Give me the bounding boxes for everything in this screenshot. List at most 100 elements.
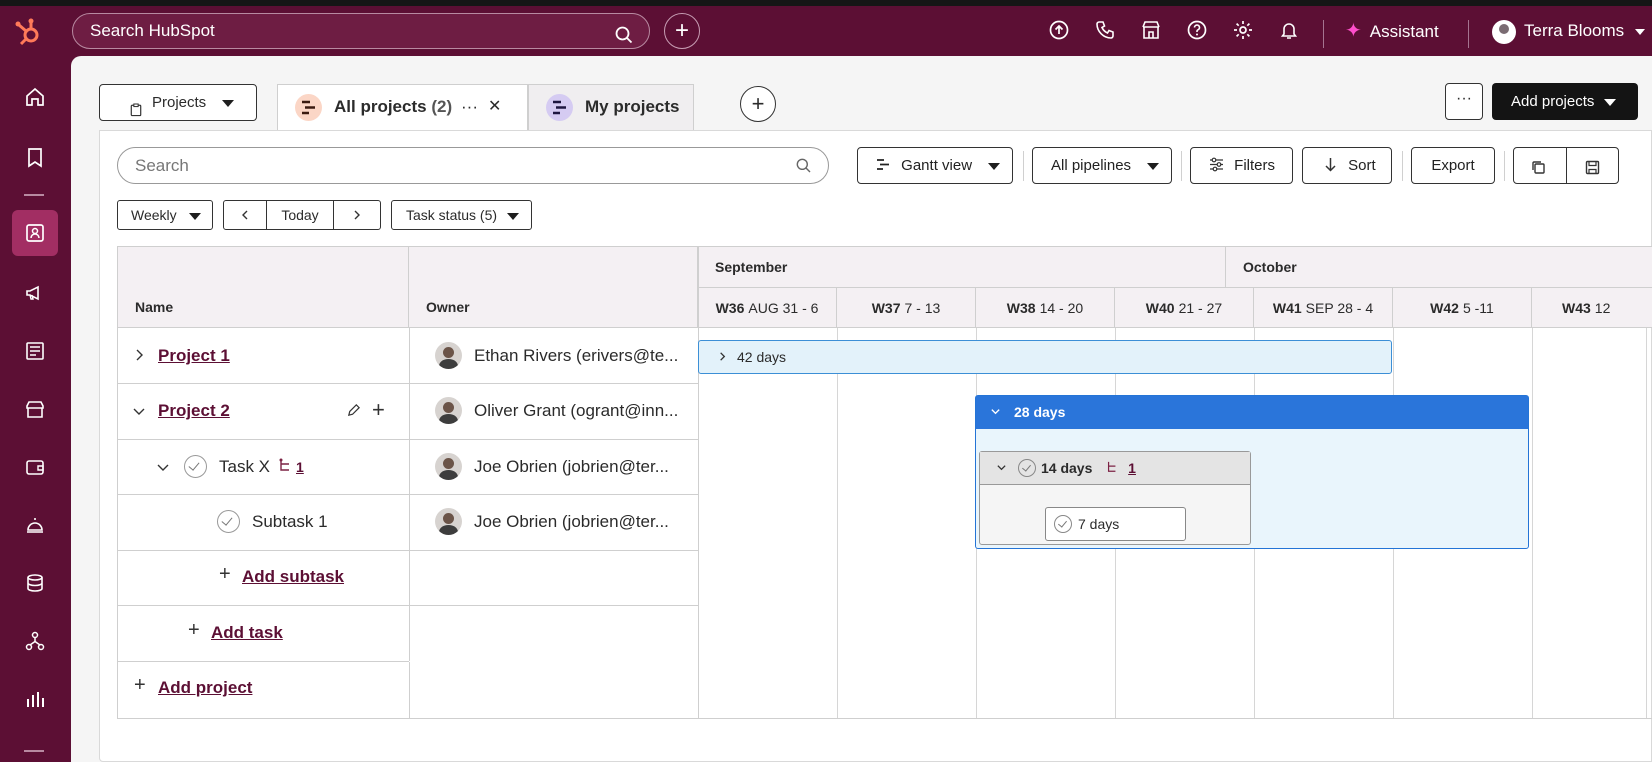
pipelines-dropdown[interactable]: All pipelines — [1032, 147, 1172, 184]
collapse-chevron-down-icon[interactable] — [156, 460, 170, 477]
project-2-gantt-bar[interactable]: 28 days — [976, 396, 1528, 429]
row-divider — [118, 605, 698, 606]
caret-down-icon — [188, 212, 201, 220]
subtask-count-link[interactable]: 1 — [296, 455, 304, 479]
toolbar-divider — [1402, 151, 1403, 181]
week-header: W43 12 — [1532, 288, 1652, 328]
add-projects-label: Add projects — [1511, 93, 1595, 110]
row-divider — [118, 383, 698, 384]
subtask-hierarchy-icon — [278, 458, 292, 477]
owner-avatar — [435, 453, 462, 480]
marketing-megaphone-icon[interactable] — [12, 270, 58, 316]
row-divider — [118, 494, 698, 495]
help-icon[interactable] — [1186, 19, 1210, 43]
upgrade-icon[interactable] — [1048, 19, 1072, 43]
search-placeholder: Search — [135, 156, 189, 175]
previous-period-button[interactable] — [224, 201, 267, 229]
hubspot-logo-icon[interactable] — [14, 17, 44, 47]
project-2-link[interactable]: Project 2 — [158, 399, 230, 423]
week-gridline — [1532, 328, 1533, 718]
expand-chevron-right-icon[interactable] — [132, 348, 146, 365]
tab-options-icon[interactable]: ··· — [461, 85, 478, 129]
sort-button[interactable]: Sort — [1302, 147, 1392, 184]
view-type-dropdown[interactable]: Gantt view — [857, 147, 1013, 184]
subtask-1-gantt-bar[interactable]: 7 days — [1045, 507, 1186, 541]
phone-icon[interactable] — [1094, 19, 1118, 43]
edit-pencil-icon[interactable] — [346, 403, 361, 423]
chevron-down-icon[interactable] — [996, 452, 1007, 485]
quick-create-button[interactable]: + — [664, 13, 700, 49]
project-2-duration: 28 days — [1014, 404, 1066, 420]
chevron-down-icon — [1634, 28, 1645, 35]
chevron-down-icon[interactable] — [990, 396, 1001, 429]
subtask-complete-checkbox[interactable] — [217, 510, 240, 533]
close-tab-icon[interactable]: ✕ — [488, 85, 501, 129]
add-project-plus-icon: + — [134, 674, 146, 696]
service-bell-icon[interactable] — [12, 502, 58, 548]
task-check-icon — [1018, 459, 1036, 477]
task-status-dropdown[interactable]: Task status (5) — [391, 200, 532, 230]
add-project-link[interactable]: Add project — [158, 676, 252, 700]
user-avatar — [1492, 19, 1516, 44]
subtask-count-link[interactable]: 1 — [1128, 460, 1136, 476]
task-x-gantt-bar[interactable]: 14 days 1 — [980, 452, 1250, 485]
automation-icon[interactable] — [12, 618, 58, 664]
tab-my-projects[interactable]: My projects — [528, 84, 694, 130]
duplicate-view-icon[interactable] — [1531, 151, 1546, 186]
tab-all-projects[interactable]: All projects (2) ··· ✕ — [277, 84, 528, 130]
save-view-icon[interactable] — [1585, 151, 1600, 186]
account-menu[interactable]: Terra Blooms — [1492, 18, 1645, 44]
project-1-duration: 42 days — [737, 349, 787, 365]
project-1-link[interactable]: Project 1 — [158, 344, 230, 368]
subtask-hierarchy-icon — [1106, 460, 1122, 476]
subtask-1-duration: 7 days — [1078, 516, 1120, 532]
crm-contacts-icon[interactable] — [12, 210, 58, 256]
add-projects-button[interactable]: Add projects — [1492, 83, 1638, 120]
toolbar-divider — [1181, 151, 1182, 181]
object-selector-dropdown[interactable]: Projects — [99, 84, 257, 121]
projects-search-input[interactable]: Search — [117, 147, 829, 184]
filters-button[interactable]: Filters — [1190, 147, 1293, 184]
subtask-check-icon — [1054, 515, 1072, 533]
task-complete-checkbox[interactable] — [184, 455, 207, 478]
database-icon[interactable] — [12, 560, 58, 606]
owner-avatar — [435, 397, 462, 424]
project-1-gantt-bar[interactable]: 42 days — [698, 340, 1392, 374]
add-subtask-link[interactable]: Add subtask — [242, 565, 344, 589]
settings-gear-icon[interactable] — [1232, 19, 1256, 43]
user-name: Terra Blooms — [1524, 21, 1625, 40]
notifications-bell-icon[interactable] — [1278, 19, 1302, 43]
reports-bar-chart-icon[interactable] — [12, 676, 58, 722]
toolbar-divider — [1023, 151, 1024, 181]
export-button[interactable]: Export — [1411, 147, 1495, 184]
gantt-grid: Name Owner September October W36 AUG 31 -… — [117, 246, 1652, 719]
assistant-button[interactable]: ✦ Assistant — [1345, 19, 1439, 44]
view-type-label: Gantt view — [901, 157, 973, 174]
week-header: W38 14 - 20 — [976, 288, 1115, 328]
commerce-store-icon[interactable] — [12, 386, 58, 432]
more-actions-button[interactable]: ··· — [1445, 83, 1483, 120]
add-task-link[interactable]: Add task — [211, 621, 283, 645]
marketplace-icon[interactable] — [1140, 19, 1164, 43]
clipboard-icon — [130, 95, 142, 130]
period-dropdown[interactable]: Weekly — [117, 200, 213, 230]
task-x-gantt-group: 14 days 1 7 days — [979, 451, 1251, 545]
next-period-button[interactable] — [334, 201, 380, 229]
nav-divider — [1468, 20, 1469, 48]
add-view-button[interactable]: + — [740, 86, 776, 122]
week-header: W42 5 -11 — [1393, 288, 1532, 328]
filters-sliders-icon — [1210, 157, 1223, 172]
content-icon[interactable] — [12, 328, 58, 374]
add-child-plus-icon[interactable]: + — [372, 397, 385, 423]
task-x-name[interactable]: Task X — [219, 455, 270, 479]
collapse-chevron-down-icon[interactable] — [132, 404, 146, 421]
today-button[interactable]: Today — [267, 201, 334, 229]
toolbar-divider — [1504, 151, 1505, 181]
chevron-right-icon[interactable] — [717, 341, 728, 373]
wallet-icon[interactable] — [12, 444, 58, 490]
global-search-input[interactable]: Search HubSpot — [72, 13, 650, 49]
subtask-1-name[interactable]: Subtask 1 — [252, 510, 328, 534]
home-icon[interactable] — [12, 74, 58, 120]
bookmark-icon[interactable] — [12, 134, 58, 180]
week-header: W36 AUG 31 - 6 — [698, 288, 837, 328]
